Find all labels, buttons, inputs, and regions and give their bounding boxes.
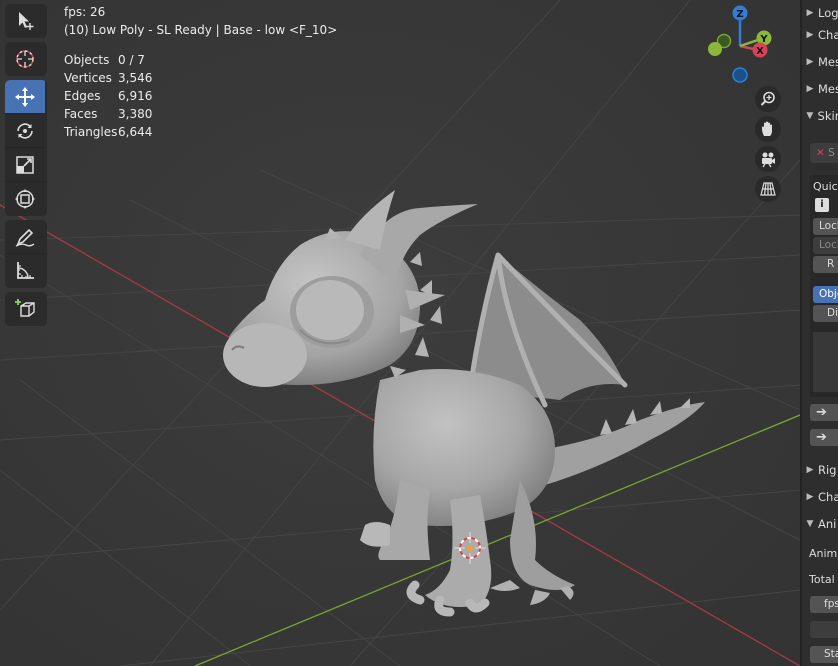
- tool-shelf: [5, 4, 47, 330]
- cursor-arrow-icon: [19, 12, 34, 30]
- stat-label: Vertices: [64, 71, 112, 85]
- arrow-right-icon: ➔: [816, 430, 827, 445]
- tool-group-select: [5, 4, 47, 38]
- stat-label: Objects: [64, 53, 110, 67]
- panel-header-mes-2[interactable]: ▶Mes: [802, 76, 838, 102]
- panel-header-mes[interactable]: ▶Mes: [802, 49, 838, 75]
- stat-row: Objects 0 / 7: [64, 51, 337, 69]
- stat-label: Faces: [64, 107, 98, 121]
- zoom-button[interactable]: [755, 86, 781, 112]
- camera-view-button[interactable]: [755, 146, 781, 172]
- 3d-viewport[interactable]: fps: 26 (10) Low Poly - SL Ready | Base …: [0, 0, 800, 666]
- stat-label: Edges: [64, 89, 101, 103]
- move-tool[interactable]: [5, 80, 45, 114]
- quick-label: Quick: [813, 180, 838, 193]
- x-mark-icon: ✕: [816, 147, 825, 159]
- di-button[interactable]: Di: [813, 305, 838, 322]
- pan-button[interactable]: [755, 116, 781, 142]
- scale-icon: [16, 155, 34, 174]
- chevron-right-icon: ▶: [806, 492, 814, 502]
- panel-header-cha[interactable]: ▶Cha: [802, 22, 838, 48]
- panel-header-ani[interactable]: ▼ Ani: [802, 511, 838, 537]
- fps-readout: fps: 26: [64, 5, 106, 19]
- transform-icon: [15, 189, 35, 209]
- total-label: Total A: [809, 573, 838, 586]
- sta-button[interactable]: Sta: [810, 646, 838, 663]
- annotate-tool[interactable]: [5, 220, 45, 254]
- arrow-right-button[interactable]: ➔: [810, 404, 838, 421]
- stat-value: 6,644: [118, 125, 153, 139]
- chevron-down-icon: ▼: [806, 519, 814, 529]
- scale-tool[interactable]: [5, 148, 45, 182]
- chevron-right-icon: ▶: [806, 57, 814, 67]
- dragon-model[interactable]: [223, 190, 705, 617]
- tool-group-cursor: [5, 42, 47, 76]
- transform-tool[interactable]: [5, 182, 45, 216]
- info-icon: i: [815, 198, 829, 212]
- navigation-gizmo[interactable]: Z Y X: [700, 2, 780, 86]
- crosshair-icon: [16, 50, 34, 68]
- tool-group-annotate: [5, 220, 47, 288]
- neg-z-axis-handle[interactable]: [732, 67, 748, 83]
- x-axis-label: X: [756, 46, 764, 57]
- perspective-toggle-button[interactable]: [755, 176, 781, 202]
- r-button[interactable]: R: [813, 256, 838, 273]
- hand-icon: [762, 121, 772, 136]
- cursor-tool[interactable]: [5, 42, 45, 76]
- chevron-down-icon: ▼: [806, 111, 814, 121]
- stat-value: 3,380: [118, 107, 153, 121]
- neg-x-axis-handle[interactable]: [708, 42, 722, 56]
- chevron-right-icon: ▶: [806, 30, 814, 40]
- chevron-right-icon: ▶: [806, 465, 814, 475]
- stat-value: 0 / 7: [118, 53, 145, 67]
- panel-header-rig[interactable]: ▶ Rig: [802, 457, 838, 483]
- grid-perspective-icon: [760, 182, 776, 196]
- sidebar-panel[interactable]: ▶Log ▶Cha ▶Mes ▶Mes ▼Skin ✕ S Quick i Lo…: [800, 0, 838, 666]
- move-arrows-icon: [15, 86, 35, 107]
- panel-header-cha-2[interactable]: ▶Cha: [802, 484, 838, 510]
- animation-label: Anima: [809, 547, 838, 560]
- stat-value: 3,546: [118, 71, 153, 85]
- rotate-icon: [17, 122, 33, 139]
- z-axis-label: Z: [736, 9, 743, 20]
- chevron-right-icon: ▶: [806, 8, 814, 18]
- stat-row: Vertices 3,546: [64, 69, 337, 87]
- stat-value: 6,916: [118, 89, 153, 103]
- camera-icon: [762, 152, 775, 168]
- add-cube-icon: [15, 299, 35, 317]
- select-tool[interactable]: [5, 4, 45, 38]
- object-mode-button[interactable]: Obje: [813, 286, 838, 303]
- stat-row: Triangles 6,644: [64, 123, 337, 141]
- viewport-overlay-stats: fps: 26 (10) Low Poly - SL Ready | Base …: [64, 3, 337, 141]
- tool-group-transform: [5, 80, 47, 216]
- list-box[interactable]: [813, 332, 838, 392]
- empty-field[interactable]: [810, 621, 838, 638]
- stat-row: Edges 6,916: [64, 87, 337, 105]
- lock-button[interactable]: Lock: [813, 218, 838, 235]
- rotate-tool[interactable]: [5, 114, 45, 148]
- measure-tool[interactable]: [5, 254, 45, 288]
- fps-button[interactable]: fps: [810, 596, 838, 613]
- arrow-right-button-2[interactable]: ➔: [810, 429, 838, 446]
- stat-row: Faces 3,380: [64, 105, 337, 123]
- pencil-icon: [15, 228, 35, 247]
- magnifier-icon: [760, 91, 775, 106]
- skin-s-button[interactable]: ✕ S: [810, 143, 838, 163]
- chevron-right-icon: ▶: [806, 84, 814, 94]
- arrow-right-icon: ➔: [816, 405, 827, 420]
- ruler-icon: [17, 262, 34, 279]
- add-cube-tool[interactable]: [5, 292, 45, 326]
- object-title: (10) Low Poly - SL Ready | Base - low <F…: [64, 23, 338, 37]
- stat-label: Triangles: [64, 125, 118, 139]
- lock-button-2[interactable]: Lock: [813, 237, 838, 254]
- tool-group-add: [5, 292, 47, 326]
- panel-header-skin[interactable]: ▼Skin: [802, 103, 838, 129]
